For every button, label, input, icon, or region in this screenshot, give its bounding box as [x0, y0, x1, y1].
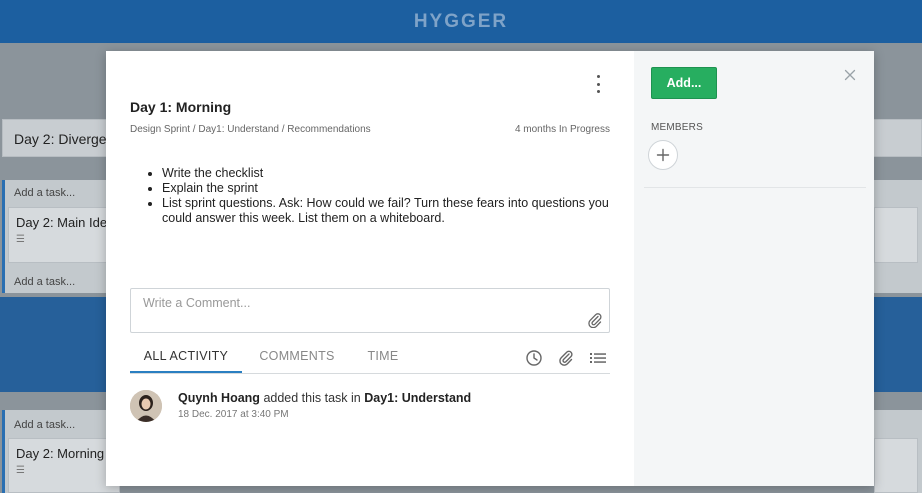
- task-breadcrumb[interactable]: Design Sprint / Day1: Understand / Recom…: [130, 124, 371, 135]
- activity-user[interactable]: Quynh Hoang: [178, 391, 260, 405]
- comment-input[interactable]: [141, 295, 585, 311]
- members-label: MEMBERS: [651, 122, 703, 133]
- clock-icon[interactable]: [525, 349, 543, 367]
- activity-tabs: ALL ACTIVITY COMMENTS TIME: [130, 347, 610, 374]
- task-detail-panel: Day 1: Morning Design Sprint / Day1: Und…: [106, 51, 634, 486]
- description-icon: ☰: [16, 234, 25, 245]
- list-item: List sprint questions. Ask: How could we…: [162, 196, 642, 226]
- card-title: Day 2: Morning: [16, 446, 105, 461]
- task-side-panel: Add... MEMBERS: [634, 51, 874, 486]
- activity-timestamp: 18 Dec. 2017 at 3:40 PM: [178, 409, 289, 420]
- task-description-list: Write the checklist Explain the sprint L…: [130, 166, 642, 226]
- add-task-link-top[interactable]: Add a task...: [14, 187, 75, 199]
- task-status: 4 months In Progress: [514, 124, 610, 135]
- card-right-upper[interactable]: [874, 207, 918, 263]
- avatar[interactable]: [130, 390, 162, 422]
- comment-box: [130, 288, 610, 333]
- activity-target[interactable]: Day1: Understand: [364, 391, 471, 405]
- card-day2-morning[interactable]: Day 2: Morning ☰: [8, 438, 120, 493]
- card-day2-main-idea[interactable]: Day 2: Main Idea ☰: [8, 207, 120, 263]
- add-button[interactable]: Add...: [651, 67, 717, 99]
- description-icon: ☰: [16, 465, 25, 476]
- card-right-lower[interactable]: [874, 438, 918, 493]
- activity-action: added this task in: [263, 391, 361, 405]
- list-icon[interactable]: [589, 349, 607, 367]
- plus-icon: [656, 148, 670, 162]
- tab-time[interactable]: TIME: [358, 347, 408, 371]
- task-modal: Day 1: Morning Design Sprint / Day1: Und…: [106, 51, 874, 486]
- user-photo-icon: [130, 390, 162, 422]
- tab-all-activity[interactable]: ALL ACTIVITY: [130, 347, 242, 373]
- card-title: Day 2: Main Idea: [16, 215, 115, 230]
- paperclip-icon[interactable]: [557, 349, 575, 367]
- kebab-menu-icon[interactable]: [590, 75, 606, 93]
- lane-header-right: [870, 119, 922, 157]
- top-bar: HYGGER: [0, 0, 922, 43]
- close-icon[interactable]: [844, 69, 856, 81]
- list-item: Write the checklist: [162, 166, 642, 181]
- add-member-button[interactable]: [648, 140, 678, 170]
- lane-header-day2-diverge[interactable]: Day 2: Diverge: [2, 119, 122, 157]
- add-task-link-bottom[interactable]: Add a task...: [14, 419, 75, 431]
- paperclip-icon[interactable]: [587, 312, 603, 328]
- task-title: Day 1: Morning: [130, 99, 232, 115]
- tab-comments[interactable]: COMMENTS: [252, 347, 342, 371]
- add-task-link-middle[interactable]: Add a task...: [14, 276, 75, 288]
- activity-entry: Quynh Hoang added this task in Day1: Und…: [178, 391, 471, 405]
- brand-logo: HYGGER: [413, 10, 509, 32]
- divider: [644, 187, 866, 188]
- list-item: Explain the sprint: [162, 181, 642, 196]
